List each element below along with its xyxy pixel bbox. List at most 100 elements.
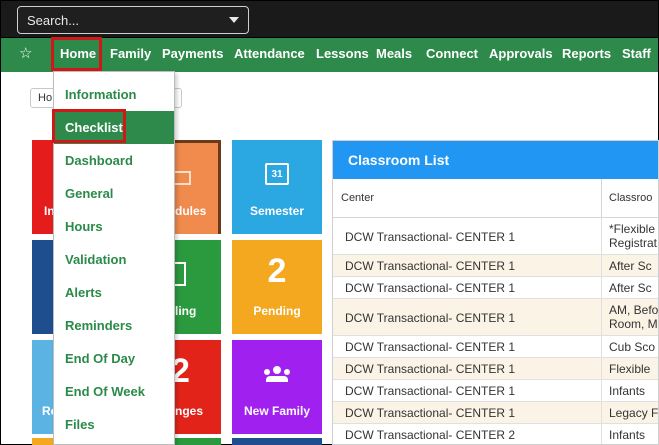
search-placeholder: Search... bbox=[27, 13, 80, 28]
nav-lessons[interactable]: Lessons bbox=[316, 38, 369, 72]
table-row[interactable]: DCW Transactional- CENTER 1 After Sc bbox=[333, 255, 658, 277]
tile-re[interactable]: Re bbox=[32, 340, 57, 434]
nav-meals[interactable]: Meals bbox=[376, 38, 412, 72]
document-icon bbox=[175, 262, 186, 286]
cell-classroom: Legacy F bbox=[609, 406, 659, 420]
column-divider bbox=[601, 179, 602, 218]
menu-item-hours[interactable]: Hours bbox=[54, 210, 174, 243]
top-bar: Search... bbox=[0, 0, 659, 38]
menu-item-end-of-day[interactable]: End Of Day bbox=[54, 342, 174, 375]
family-icon-head bbox=[284, 369, 290, 375]
tile-partial bbox=[175, 438, 221, 445]
nav-payments[interactable]: Payments bbox=[162, 38, 223, 72]
star-icon[interactable]: ☆ bbox=[19, 38, 32, 72]
tile-label: ling bbox=[175, 304, 197, 318]
family-icon bbox=[264, 366, 290, 382]
nav-family[interactable]: Family bbox=[110, 38, 151, 72]
cell-center: DCW Transactional- CENTER 2 bbox=[345, 428, 516, 442]
tile-enrolling[interactable]: ling bbox=[175, 240, 221, 334]
search-input[interactable]: Search... bbox=[17, 6, 249, 34]
table-row[interactable]: DCW Transactional- CENTER 1 Infants bbox=[333, 380, 658, 402]
tile-navy[interactable] bbox=[32, 240, 54, 334]
tile-label: nges bbox=[175, 404, 204, 418]
family-icon-head bbox=[273, 366, 281, 374]
cell-divider bbox=[601, 380, 602, 401]
cell-divider bbox=[601, 299, 602, 335]
nav-reports[interactable]: Reports bbox=[562, 38, 611, 72]
cell-divider bbox=[601, 402, 602, 423]
menu-item-alerts[interactable]: Alerts bbox=[54, 276, 174, 309]
cell-classroom: Flexible bbox=[609, 362, 651, 376]
menu-item-reminders[interactable]: Reminders bbox=[54, 309, 174, 342]
table-row[interactable]: DCW Transactional- CENTER 1 Flexible bbox=[333, 358, 658, 380]
table-row[interactable]: DCW Transactional- CENTER 1 Cub Sco bbox=[333, 336, 658, 358]
tile-info[interactable]: In bbox=[32, 140, 55, 234]
nav-attendance[interactable]: Attendance bbox=[234, 38, 305, 72]
tile-partial bbox=[232, 438, 322, 445]
cell-classroom: After Sc bbox=[609, 281, 652, 295]
cell-classroom: After Sc bbox=[609, 259, 652, 273]
tile-schedules[interactable]: dules bbox=[175, 140, 221, 234]
checklist-highlight-box bbox=[52, 109, 126, 143]
cell-divider bbox=[601, 424, 602, 444]
cell-center: DCW Transactional- CENTER 1 bbox=[345, 340, 516, 354]
panel-title: Classroom List bbox=[333, 141, 658, 179]
menu-item-validation[interactable]: Validation bbox=[54, 243, 174, 276]
family-icon-head bbox=[264, 369, 270, 375]
tile-pending[interactable]: 2 Pending bbox=[232, 240, 322, 334]
calendar-icon: 31 bbox=[265, 163, 289, 185]
tile-label: dules bbox=[175, 204, 207, 218]
table-row[interactable]: DCW Transactional- CENTER 1 AM, Befo Roo… bbox=[333, 299, 659, 336]
chevron-down-icon[interactable] bbox=[229, 17, 239, 23]
cell-center: DCW Transactional- CENTER 1 bbox=[345, 281, 516, 295]
tile-new-family[interactable]: New Family bbox=[232, 340, 322, 434]
nav-approvals[interactable]: Approvals bbox=[489, 38, 553, 72]
cell-center: DCW Transactional- CENTER 1 bbox=[345, 311, 516, 325]
home-highlight-box bbox=[51, 37, 102, 71]
table-row[interactable]: DCW Transactional- CENTER 1 *Flexible Re… bbox=[333, 218, 658, 255]
menu-item-dashboard[interactable]: Dashboard bbox=[54, 144, 174, 177]
tile-semester[interactable]: 31 Semester bbox=[232, 140, 322, 234]
cell-center: DCW Transactional- CENTER 1 bbox=[345, 362, 516, 376]
cell-classroom-line: AM, Befo bbox=[609, 303, 659, 317]
nav-connect[interactable]: Connect bbox=[426, 38, 478, 72]
cell-classroom-line: *Flexible bbox=[609, 222, 656, 236]
cell-center: DCW Transactional- CENTER 1 bbox=[345, 230, 516, 244]
cell-center: DCW Transactional- CENTER 1 bbox=[345, 259, 516, 273]
cell-classroom-line: Room, M bbox=[609, 317, 658, 331]
menu-item-files[interactable]: Files bbox=[54, 408, 174, 441]
cell-center: DCW Transactional- CENTER 1 bbox=[345, 406, 516, 420]
cell-center: DCW Transactional- CENTER 1 bbox=[345, 384, 516, 398]
calendar-icon bbox=[175, 171, 191, 185]
cell-classroom: Cub Sco bbox=[609, 340, 656, 354]
menu-item-general[interactable]: General bbox=[54, 177, 174, 210]
cell-classroom: AM, Befo Room, M bbox=[609, 303, 659, 331]
cell-classroom: *Flexible Registrat bbox=[609, 222, 658, 250]
tile-label: Pending bbox=[253, 304, 301, 318]
cell-divider bbox=[601, 358, 602, 379]
column-header-classroom[interactable]: Classroo bbox=[609, 179, 652, 218]
cell-classroom-line: Registrat bbox=[609, 236, 658, 250]
column-header-center[interactable]: Center bbox=[341, 179, 374, 218]
classroom-list-panel: Classroom List Center Classroo DCW Trans… bbox=[332, 140, 659, 445]
menu-item-information[interactable]: Information bbox=[54, 78, 174, 111]
cell-divider bbox=[601, 218, 602, 254]
calendar-icon-day: 31 bbox=[271, 169, 283, 180]
cell-divider bbox=[601, 255, 602, 276]
tile-label: New Family bbox=[243, 404, 311, 418]
cell-classroom: Infants bbox=[609, 428, 646, 442]
tile-changes[interactable]: 2 nges bbox=[171, 340, 221, 434]
menu-item-end-of-week[interactable]: End Of Week bbox=[54, 375, 174, 408]
nav-staff[interactable]: Staff bbox=[622, 38, 651, 72]
family-icon-body bbox=[266, 376, 288, 382]
changes-count: 2 bbox=[171, 352, 190, 390]
table-row[interactable]: DCW Transactional- CENTER 2 Infants bbox=[333, 424, 658, 444]
tile-label: Semester bbox=[249, 204, 305, 218]
cell-divider bbox=[601, 336, 602, 357]
cell-divider bbox=[601, 277, 602, 298]
tile-partial bbox=[32, 438, 54, 445]
table-row[interactable]: DCW Transactional- CENTER 1 Legacy F bbox=[333, 402, 659, 424]
cell-classroom: Infants bbox=[609, 384, 646, 398]
pending-count: 2 bbox=[267, 252, 287, 290]
table-row[interactable]: DCW Transactional- CENTER 1 After Sc bbox=[333, 277, 658, 299]
